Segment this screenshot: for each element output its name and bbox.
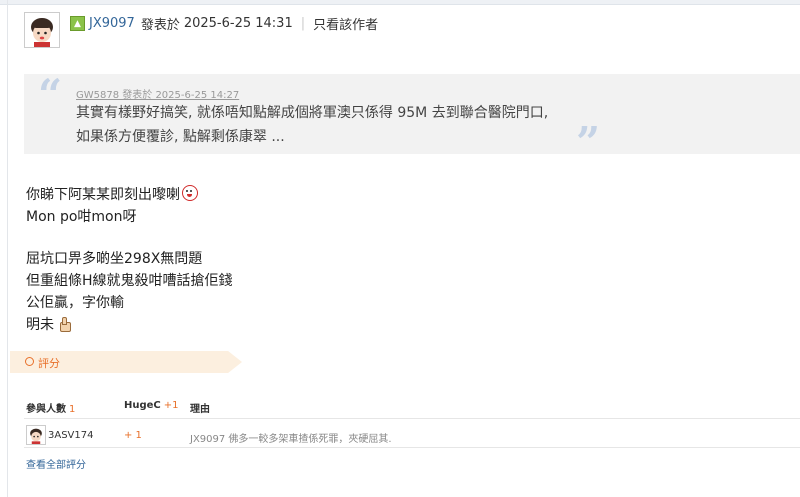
message-line: 公佢贏，字你輸 (26, 295, 124, 311)
rater-avatar[interactable] (26, 425, 46, 445)
close-quote-icon: ” (576, 118, 601, 167)
top-divider (0, 0, 800, 5)
currency-total: +1 (163, 400, 179, 411)
thumbs-up-icon (56, 317, 71, 332)
quote-meta[interactable]: GW5878 發表於 2025-6-25 14:27 (76, 86, 239, 101)
rating-tab[interactable]: 評分 (10, 351, 242, 373)
participants-header: 參與人數 1 (26, 404, 76, 415)
message-line: 屈坑口畀多啲坐298X無問題 (26, 251, 203, 267)
participants-count: 1 (69, 404, 76, 415)
view-all-ratings-link[interactable]: 查看全部評分 (26, 456, 86, 471)
avatar-face-icon (25, 13, 59, 47)
open-quote-icon: “ (38, 70, 63, 119)
rater-avatar-icon (27, 426, 45, 444)
post-header (24, 10, 60, 50)
author-link[interactable]: JX9097 (89, 16, 135, 31)
quote-line: 其實有樣野好搞笑, 就係唔知點解成個將軍澳只係得 95M 去到聯合醫院門口, (76, 105, 549, 121)
left-column-border (7, 0, 8, 497)
message-line: 你睇下阿某某即刻出嚟喇 (26, 184, 198, 204)
rater-reason: JX9097 佛多一較多架車揸係死罪，夾硬屈其. (190, 434, 392, 445)
posted-label: 發表於 (140, 18, 180, 33)
currency-header: HugeC +1 (124, 400, 179, 411)
rating-circle-icon (25, 357, 34, 366)
header-separator: | (300, 16, 306, 31)
post-meta: ▲ JX9097 發表於 2025-6-25 14:31 | 只看該作者 (70, 14, 378, 33)
message-line: Mon po咁mon呀 (26, 209, 137, 225)
rating-row-divider (24, 447, 800, 448)
reason-header: 理由 (190, 404, 210, 415)
avatar[interactable] (24, 12, 60, 48)
message-line: 明未 (26, 314, 71, 334)
user-online-icon: ▲ (70, 16, 85, 31)
rating-tab-label: 評分 (38, 357, 60, 370)
quote-block: “ GW5878 發表於 2025-6-25 14:27 其實有樣野好搞笑, 就… (24, 70, 800, 164)
post-date: 2025-6-25 14:31 (183, 16, 293, 31)
rater-name[interactable]: 3ASV174 (48, 430, 93, 441)
quote-line: 如果係方便覆診, 點解剩係康翠 ... (76, 129, 285, 145)
message-line: 但重組條H線就鬼殺咁嘈話搶佢錢 (26, 273, 233, 289)
clown-face-icon (182, 185, 198, 201)
only-author-link[interactable]: 只看該作者 (313, 14, 378, 33)
rater-score: + 1 (124, 430, 142, 441)
rating-table-divider (24, 418, 800, 419)
